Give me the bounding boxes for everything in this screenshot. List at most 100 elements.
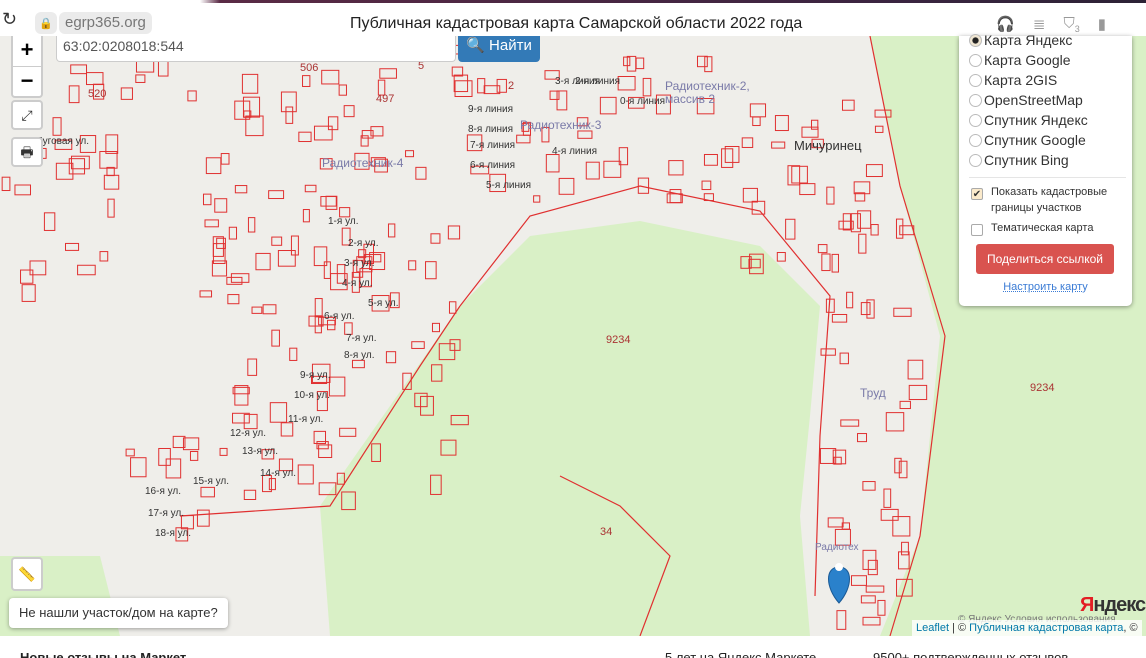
parcel bbox=[204, 219, 219, 228]
parcel bbox=[892, 516, 911, 537]
parcel bbox=[302, 75, 311, 87]
layer-option[interactable]: OpenStreetMap bbox=[969, 90, 1132, 110]
parcel bbox=[214, 198, 228, 213]
parcel bbox=[431, 322, 440, 333]
thematic-map-checkbox[interactable]: Тематическая карта bbox=[969, 220, 1132, 236]
page-title: Публичная кадастровая карта Самарской об… bbox=[350, 15, 803, 32]
parcel bbox=[415, 166, 427, 180]
configure-map-link[interactable]: Настроить карту bbox=[969, 281, 1132, 293]
map-label-district: Мичуринец bbox=[794, 138, 862, 153]
layer-option[interactable]: Карта Яндекс bbox=[969, 30, 1132, 50]
parcel bbox=[771, 141, 786, 149]
reload-icon[interactable]: ↻ bbox=[2, 9, 17, 30]
parcel bbox=[99, 151, 118, 169]
radio-icon[interactable] bbox=[969, 73, 982, 87]
parcel bbox=[577, 130, 593, 139]
parcel bbox=[212, 236, 224, 257]
parcel bbox=[603, 160, 622, 178]
layer-option[interactable]: Карта Google bbox=[969, 50, 1132, 70]
parcel bbox=[774, 115, 789, 132]
map-label-street: 6-я ул. bbox=[324, 311, 355, 322]
attribution-sep: | © bbox=[949, 622, 970, 634]
radio-icon[interactable] bbox=[969, 93, 982, 107]
parcel bbox=[304, 184, 317, 193]
parcel bbox=[243, 489, 257, 501]
map-label-street: 11-я ул. bbox=[288, 414, 324, 425]
parcel bbox=[1, 176, 11, 192]
show-borders-checkbox[interactable]: ✔ Показать кадастровые границы участков bbox=[969, 184, 1132, 216]
parcel bbox=[907, 359, 924, 380]
parcel bbox=[125, 448, 135, 457]
map-label-district: Радиотехник-4 bbox=[322, 156, 404, 170]
parcel bbox=[841, 99, 855, 111]
expand-icon: ⤢ bbox=[21, 107, 33, 123]
footer-strip: Новые отзывы на Маркет 5 лет на Яндекс М… bbox=[0, 646, 1146, 658]
parcel bbox=[271, 236, 283, 246]
parcel bbox=[836, 610, 847, 630]
not-found-button[interactable]: Не нашли участок/дом на карте? bbox=[9, 598, 228, 628]
parcel bbox=[883, 488, 892, 508]
parcel bbox=[189, 451, 199, 461]
parcel bbox=[14, 184, 31, 196]
layer-option[interactable]: Спутник Google bbox=[969, 130, 1132, 150]
pkk-link[interactable]: Публичная кадастровая карта bbox=[969, 622, 1123, 634]
zoom-in-button[interactable]: + bbox=[13, 36, 41, 66]
parcel bbox=[234, 100, 251, 120]
share-link-button[interactable]: Поделиться ссылкой bbox=[976, 244, 1114, 274]
parcel bbox=[243, 413, 258, 430]
map-label-street: 13-я ул. bbox=[242, 446, 279, 457]
leaflet-link[interactable]: Leaflet bbox=[916, 622, 949, 634]
parcel bbox=[799, 183, 816, 196]
radio-icon[interactable] bbox=[969, 133, 982, 147]
parcel bbox=[893, 307, 912, 317]
parcel bbox=[846, 291, 854, 309]
parcel bbox=[262, 304, 277, 315]
checkmark-icon[interactable]: ✔ bbox=[971, 188, 983, 200]
zoom-out-button[interactable]: − bbox=[13, 66, 41, 96]
parcel bbox=[165, 458, 182, 479]
map-label-street: 8-я линия bbox=[468, 124, 514, 135]
layer-option[interactable]: Карта 2GIS bbox=[969, 70, 1132, 90]
search-button[interactable]: 🔍 Найти bbox=[458, 36, 540, 62]
map-label-street: 9-я ул. bbox=[300, 370, 331, 381]
search-input[interactable]: 63:02:0208018:544 bbox=[56, 36, 456, 62]
parcel bbox=[696, 55, 708, 68]
lock-icon[interactable]: 🔒 bbox=[35, 12, 57, 34]
parcel bbox=[880, 508, 899, 521]
parcel bbox=[533, 195, 541, 203]
print-button[interactable]: 🖶 bbox=[11, 137, 43, 167]
url-bar[interactable]: egrp365.org bbox=[59, 12, 152, 34]
map-label-number: 2 bbox=[508, 80, 515, 92]
map-label-street: 15-я ул. bbox=[193, 476, 230, 487]
parcel bbox=[158, 447, 171, 466]
map-label-street: 7-я линия bbox=[470, 140, 516, 151]
parcel bbox=[338, 84, 347, 96]
radio-icon[interactable] bbox=[969, 33, 982, 47]
parcel bbox=[220, 153, 230, 165]
layer-option[interactable]: Спутник Яндекс bbox=[969, 110, 1132, 130]
parcel bbox=[825, 298, 835, 313]
radio-icon[interactable] bbox=[969, 53, 982, 67]
parcel bbox=[70, 64, 88, 75]
parcel bbox=[899, 400, 911, 410]
parcel bbox=[877, 599, 886, 616]
parcel bbox=[105, 134, 119, 154]
parcel bbox=[411, 341, 425, 349]
parcel bbox=[205, 157, 222, 175]
parcel bbox=[776, 252, 786, 262]
measure-button[interactable]: 📏 bbox=[11, 557, 43, 591]
map-label-street: 5-я ул. bbox=[368, 298, 399, 309]
parcel bbox=[862, 481, 876, 491]
radio-icon[interactable] bbox=[969, 113, 982, 127]
parcel bbox=[827, 517, 844, 528]
layer-option[interactable]: Спутник Bing bbox=[969, 150, 1132, 170]
map-label-number: 34 bbox=[600, 526, 613, 538]
fullscreen-button[interactable]: ⤢ bbox=[11, 100, 43, 130]
parcel bbox=[77, 264, 96, 276]
map-marker[interactable] bbox=[828, 563, 850, 604]
layer-option-label: Карта Яндекс bbox=[984, 32, 1073, 48]
parcel bbox=[20, 269, 34, 284]
radio-icon[interactable] bbox=[969, 153, 982, 167]
checkbox-icon[interactable] bbox=[971, 224, 983, 236]
parcel bbox=[385, 351, 397, 364]
